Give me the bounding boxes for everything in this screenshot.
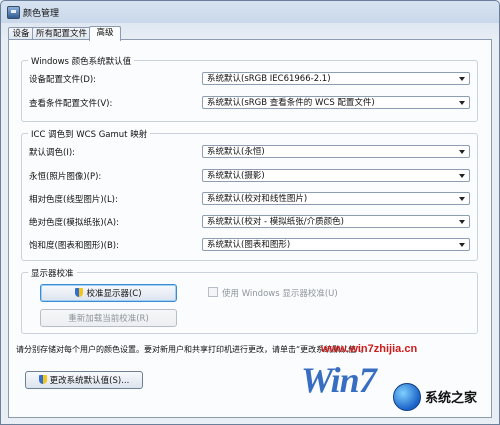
saturation-value: 系统默认(图表和图形) bbox=[207, 240, 291, 250]
perceptual-select[interactable]: 系统默认(摄影) bbox=[202, 169, 470, 182]
relative-colorimetric-label: 相对色度(线型图片)(L): bbox=[29, 195, 118, 205]
chevron-down-icon bbox=[459, 174, 465, 178]
chevron-down-icon bbox=[459, 77, 465, 81]
viewing-conditions-value: 系统默认(sRGB 查看条件的 WCS 配置文件) bbox=[207, 98, 375, 108]
watermark-site-name: 系统之家 bbox=[425, 391, 478, 406]
change-system-defaults-label: 更改系统默认值(S)... bbox=[49, 376, 130, 386]
color-management-window: 颜色管理 设备 所有配置文件 高级 Windows 颜色系统默认值 设备配置文件… bbox=[0, 0, 500, 425]
display-calibration-legend: 显示器校准 bbox=[28, 267, 77, 279]
saturation-select[interactable]: 系统默认(图表和图形) bbox=[202, 238, 470, 251]
viewing-conditions-select[interactable]: 系统默认(sRGB 查看条件的 WCS 配置文件) bbox=[202, 96, 470, 109]
perceptual-label: 永恒(照片图像)(P): bbox=[29, 172, 102, 182]
uac-shield-icon bbox=[75, 288, 84, 297]
viewing-conditions-label: 查看条件配置文件(V): bbox=[29, 99, 113, 109]
device-profile-value: 系统默认(sRGB IEC61966-2.1) bbox=[207, 74, 331, 84]
reload-calibration-label: 重新加载当前校准(R) bbox=[68, 314, 149, 324]
absolute-colorimetric-value: 系统默认(校对 - 模拟纸张/介质颜色) bbox=[207, 217, 344, 227]
advanced-panel: Windows 颜色系统默认值 设备配置文件(D): 系统默认(sRGB IEC… bbox=[8, 39, 492, 418]
display-calibration-group: 显示器校准 校准显示器(C) 使用 Windows 显示器校准(U) 重新加载当… bbox=[21, 267, 478, 334]
chevron-down-icon bbox=[459, 243, 465, 247]
default-rendering-select[interactable]: 系统默认(永恒) bbox=[202, 145, 470, 158]
watermark-win7-logo: Win7 bbox=[301, 360, 377, 400]
icc-mapping-group: ICC 调色到 WCS Gamut 映射 默认调色(I): 系统默认(永恒) 永… bbox=[21, 128, 478, 261]
use-windows-calibration-label: 使用 Windows 显示器校准(U) bbox=[222, 289, 338, 299]
perceptual-value: 系统默认(摄影) bbox=[207, 171, 265, 181]
saturation-label: 饱和度(图表和图形)(B): bbox=[29, 241, 119, 251]
calibrate-display-label: 校准显示器(C) bbox=[86, 289, 142, 299]
absolute-colorimetric-label: 绝对色度(模拟纸张)(A): bbox=[29, 218, 119, 228]
windows-defaults-legend: Windows 颜色系统默认值 bbox=[28, 55, 135, 67]
chevron-down-icon bbox=[459, 101, 465, 105]
color-management-app-icon bbox=[7, 6, 20, 19]
change-defaults-note: 请分别存储对每个用户的颜色设置。要对新用户和共享打印机进行更改，请单击“更改系统… bbox=[16, 345, 369, 354]
device-profile-select[interactable]: 系统默认(sRGB IEC61966-2.1) bbox=[202, 72, 470, 85]
watermark-globe-icon bbox=[393, 383, 421, 411]
default-rendering-label: 默认调色(I): bbox=[29, 148, 76, 158]
change-system-defaults-button[interactable]: 更改系统默认值(S)... bbox=[25, 371, 143, 389]
chevron-down-icon bbox=[459, 150, 465, 154]
uac-shield-icon bbox=[38, 375, 47, 384]
use-windows-calibration-checkbox[interactable] bbox=[208, 287, 218, 297]
tab-advanced[interactable]: 高级 bbox=[89, 26, 121, 41]
windows-defaults-group: Windows 颜色系统默认值 设备配置文件(D): 系统默认(sRGB IEC… bbox=[21, 55, 478, 122]
use-windows-calibration-row: 使用 Windows 显示器校准(U) bbox=[208, 287, 338, 299]
title-bar[interactable]: 颜色管理 bbox=[1, 1, 499, 23]
icc-mapping-legend: ICC 调色到 WCS Gamut 映射 bbox=[28, 128, 151, 140]
absolute-colorimetric-select[interactable]: 系统默认(校对 - 模拟纸张/介质颜色) bbox=[202, 215, 470, 228]
device-profile-label: 设备配置文件(D): bbox=[29, 75, 97, 85]
watermark-url: www.win7zhijia.cn bbox=[321, 343, 418, 355]
chevron-down-icon bbox=[459, 220, 465, 224]
reload-calibration-button[interactable]: 重新加载当前校准(R) bbox=[40, 309, 177, 327]
relative-colorimetric-select[interactable]: 系统默认(校对和线性图片) bbox=[202, 192, 470, 205]
relative-colorimetric-value: 系统默认(校对和线性图片) bbox=[207, 194, 308, 204]
default-rendering-value: 系统默认(永恒) bbox=[207, 147, 265, 157]
chevron-down-icon bbox=[459, 197, 465, 201]
calibrate-display-button[interactable]: 校准显示器(C) bbox=[40, 284, 177, 302]
window-title: 颜色管理 bbox=[23, 9, 60, 19]
